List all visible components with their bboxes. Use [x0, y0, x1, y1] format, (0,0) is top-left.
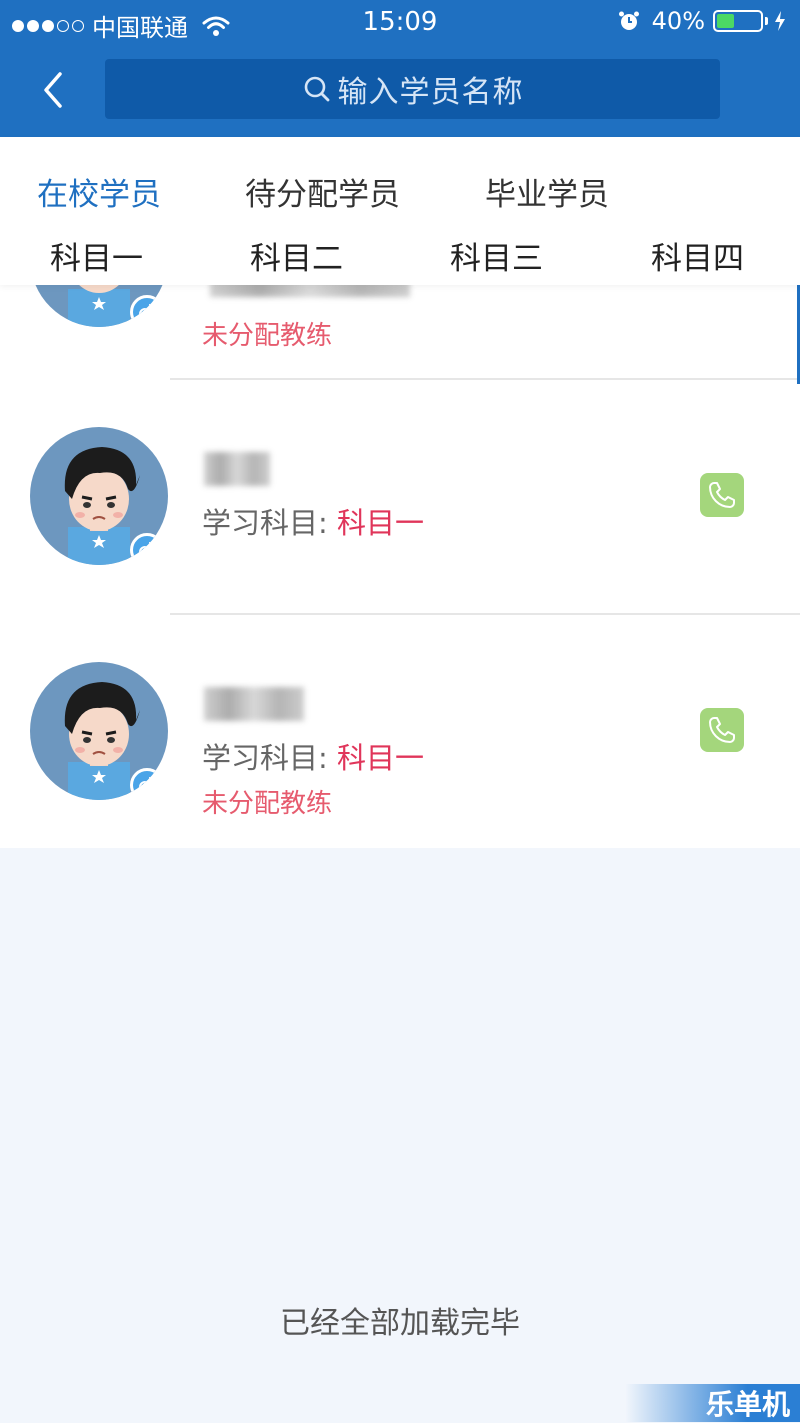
study-subject: 学习科目: 科目一 [202, 735, 424, 777]
avatar [30, 285, 168, 327]
status-right: 40% [618, 7, 786, 35]
study-subject: 学习科目: 科目一 [202, 500, 424, 542]
tabs-bar: 在校学员 待分配学员 毕业学员 科目一 科目二 科目三 科目四 [0, 137, 800, 285]
avatar [30, 427, 168, 565]
app-header: 中国联通 15:09 40% 输入学员名称 [0, 0, 800, 137]
study-subject-label: 学习科目: [202, 506, 337, 540]
study-subject-value: 科目一 [337, 741, 425, 775]
load-complete-text: 已经全部加载完毕 [280, 1306, 520, 1341]
male-gender-icon [130, 295, 164, 327]
subtab-subject-2[interactable]: 科目二 [250, 233, 343, 278]
search-placeholder: 输入学员名称 [337, 75, 524, 110]
charging-icon [775, 11, 785, 31]
coach-status: 未分配教练 [202, 321, 333, 351]
back-button[interactable] [38, 68, 68, 112]
student-name-redacted [204, 452, 270, 486]
student-name-redacted [204, 687, 304, 721]
tab-graduated[interactable]: 毕业学员 [485, 169, 609, 214]
watermark-logo: 乐单机 [625, 1384, 800, 1422]
search-icon [304, 76, 329, 102]
list-item[interactable]: 学习科目: 科目一 未分配教练 [0, 615, 800, 848]
study-subject-value: 科目一 [337, 506, 425, 540]
battery-percent: 40% [651, 7, 705, 35]
watermark-text: 乐单机 [705, 1388, 790, 1421]
subtab-subject-4[interactable]: 科目四 [651, 233, 744, 278]
battery-cap [765, 17, 768, 25]
tab-pending-assignment[interactable]: 待分配学员 [245, 169, 400, 214]
avatar [30, 662, 168, 800]
list-item[interactable]: 未分配教练 [0, 285, 800, 380]
male-gender-icon [130, 533, 164, 565]
phone-icon [709, 482, 735, 508]
student-list: 未分配教练 学习科目: 科目一 学习科目: 科目一 未分配教练 [0, 285, 800, 848]
list-item[interactable]: 学习科目: 科目一 [0, 380, 800, 615]
student-name-redacted [210, 285, 410, 297]
subtab-subject-1[interactable]: 科目一 [50, 233, 143, 278]
battery-level-fill [717, 14, 734, 28]
subtab-subject-3[interactable]: 科目三 [450, 233, 543, 278]
coach-status: 未分配教练 [202, 789, 333, 819]
tab-enrolled[interactable]: 在校学员 [37, 169, 161, 214]
phone-icon [709, 717, 735, 743]
status-bar: 中国联通 15:09 40% [0, 0, 800, 46]
battery-icon [713, 10, 763, 32]
call-button[interactable] [700, 708, 744, 752]
study-subject-label: 学习科目: [202, 741, 337, 775]
male-gender-icon [130, 768, 164, 800]
search-input[interactable]: 输入学员名称 [105, 59, 720, 119]
call-button[interactable] [700, 473, 744, 517]
alarm-icon [618, 11, 639, 30]
